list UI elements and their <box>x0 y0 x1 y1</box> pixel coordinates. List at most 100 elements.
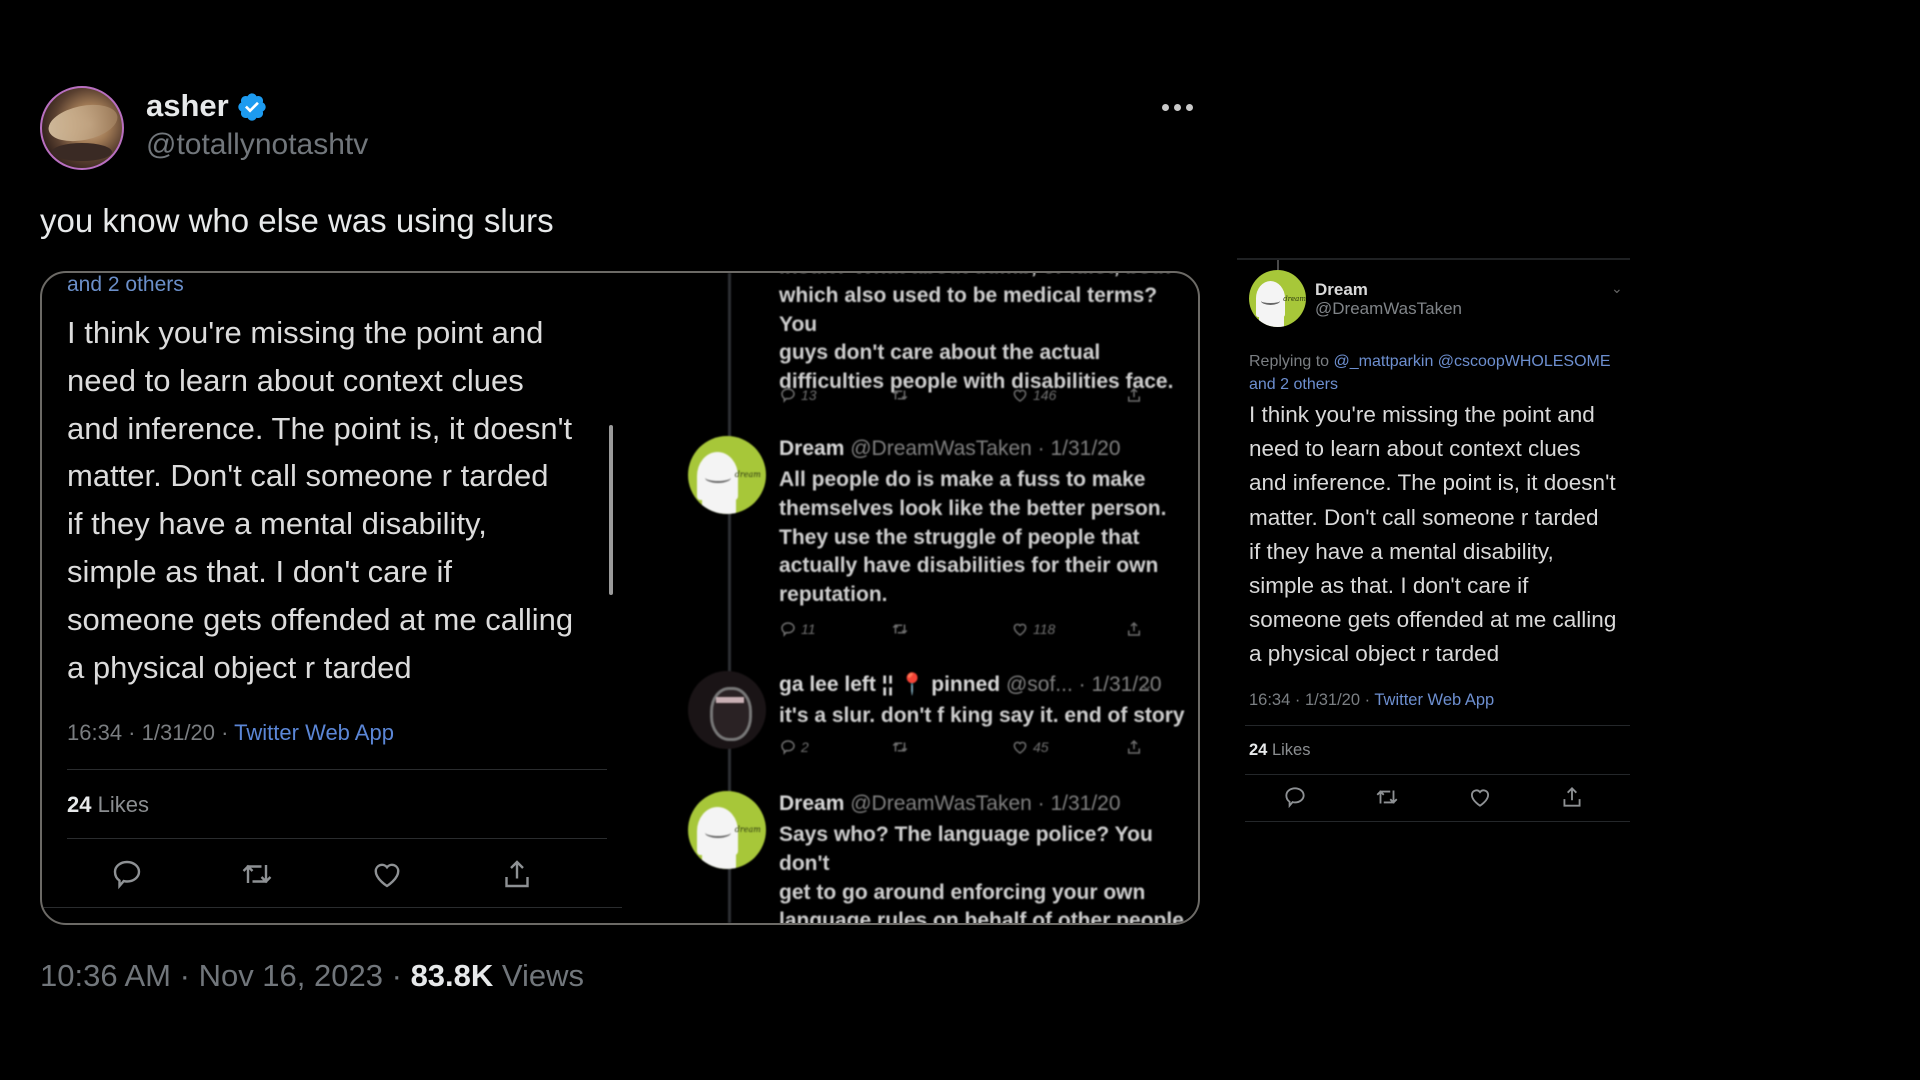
reply-author: Dream <box>779 437 845 460</box>
tweet-text: you know who else was using slurs <box>40 202 554 239</box>
views-label: Views <box>501 958 585 993</box>
reply-header: ga lee left ¦¦ 📍 pinned @sof... · 1/31/2… <box>779 673 1162 697</box>
reply-count-value: 11 <box>801 621 816 637</box>
retweet-icon <box>1374 784 1400 810</box>
replying-others-link: and 2 others <box>67 273 184 296</box>
thread-line <box>1277 260 1279 270</box>
dot <box>1162 103 1169 111</box>
reply-text: it's a slur. don't f king say it. end of… <box>779 704 1185 727</box>
screenshot-reply-thread: insult? What about dumb, or idiot, both … <box>622 273 1198 923</box>
reply-handle-date: @sof... · 1/31/20 <box>1005 673 1162 696</box>
divider <box>1245 774 1630 775</box>
dream-avatar: dream <box>688 436 766 514</box>
divider <box>67 838 607 839</box>
replying-to-handles: @_mattparkin @cscoopWHOLESOME <box>1333 353 1611 370</box>
like-count-value: 146 <box>1033 387 1057 403</box>
quoted-author-name: Dream <box>1315 280 1368 299</box>
chevron-down-icon: ⌄ <box>1140 677 1154 694</box>
tweet-media-image[interactable]: and 2 others I think you're missing the … <box>40 271 1200 925</box>
reply-text: Says who? The language police? You don't… <box>779 823 1190 925</box>
quoted-tweet-meta: 16:34 · 1/31/20 · Twitter Web App <box>1249 691 1494 710</box>
divider <box>42 907 622 908</box>
divider <box>1245 821 1630 822</box>
likes-label: Likes <box>1271 741 1311 759</box>
views-count: 83.8K <box>410 958 494 993</box>
divider <box>1237 258 1630 260</box>
screenshot-main-tweet: and 2 others I think you're missing the … <box>42 273 622 923</box>
share-icon <box>1125 738 1143 756</box>
divider <box>1245 725 1630 726</box>
reply-icon <box>1282 784 1308 810</box>
screenshot-scrollbar <box>609 425 613 595</box>
reply-text: All people do is make a fuss to make the… <box>779 468 1167 607</box>
reply-count: 11 <box>779 620 816 638</box>
screenshot-tweet-body: I think you're missing the point and nee… <box>67 315 574 685</box>
dream-avatar: dream <box>688 791 766 869</box>
verified-badge-icon <box>236 91 268 123</box>
retweet-icon <box>239 856 275 892</box>
like-count: 45 <box>1011 738 1049 756</box>
reply-count-value: 13 <box>801 387 817 403</box>
like-icon <box>1467 784 1493 810</box>
reply-actions: 11 118 <box>779 620 1159 646</box>
retweet-icon <box>891 738 909 756</box>
reply-text: insult? What about dumb, or idiot, both … <box>779 273 1197 394</box>
quoted-likes: 24 Likes <box>1249 741 1310 760</box>
author-display-name[interactable]: asher <box>146 88 229 124</box>
reply-author: Dream <box>779 792 845 815</box>
reply-count: 13 <box>779 386 817 404</box>
reply-author: ga lee left ¦¦ 📍 pinned <box>779 673 1001 696</box>
retweet-icon <box>891 386 909 404</box>
screenshot-time: 16:34 · 1/31/20 · <box>67 720 235 745</box>
reply-header: Dream @DreamWasTaken · 1/31/20 <box>779 792 1121 816</box>
share-icon <box>499 856 535 892</box>
screenshot-source: Twitter Web App <box>234 720 394 745</box>
replying-others: and 2 others <box>1249 376 1338 393</box>
separator: · <box>391 958 402 993</box>
tweet-meta: 10:36 AM · Nov 16, 2023 · 83.8K Views <box>40 958 584 994</box>
likes-label: Likes <box>97 792 149 817</box>
tweet-media-image-2[interactable]: dream Dream @DreamWasTaken ⌄ Replying to… <box>1237 258 1630 828</box>
dream-avatar: dream <box>1249 270 1306 327</box>
reply-actions: 13 146 <box>779 386 1159 412</box>
reply-handle-date: @DreamWasTaken · 1/31/20 <box>850 437 1121 460</box>
quoted-source: Twitter Web App <box>1374 691 1495 709</box>
chevron-down-icon: ⌄ <box>1197 439 1198 459</box>
share-icon <box>1125 620 1143 638</box>
replying-to: Replying to @_mattparkin @cscoopWHOLESOM… <box>1249 350 1639 396</box>
author-handle[interactable]: @totallynotashtv <box>146 128 368 162</box>
replying-prefix: Replying to <box>1249 353 1334 370</box>
like-count-value: 118 <box>1033 621 1056 637</box>
separator: · <box>179 958 190 993</box>
divider <box>67 769 607 770</box>
tweet-date[interactable]: Nov 16, 2023 <box>199 958 383 993</box>
dot <box>1174 103 1181 111</box>
share-icon <box>1125 386 1143 404</box>
quoted-action-bar <box>1237 784 1630 814</box>
like-icon <box>369 856 405 892</box>
chevron-down-icon: ⌄ <box>1611 280 1623 296</box>
author-avatar[interactable] <box>40 86 124 170</box>
reply-count-value: 2 <box>801 739 809 755</box>
reply-header: Dream @DreamWasTaken · 1/31/20 <box>779 437 1121 461</box>
reply-icon <box>109 856 145 892</box>
screenshot-likes: 24 Likes <box>67 792 149 818</box>
likes-count: 24 <box>1249 741 1268 759</box>
chevron-down-icon: ⌄ <box>1197 794 1198 814</box>
screenshot-action-bar <box>67 856 607 896</box>
reply-handle-date: @DreamWasTaken · 1/31/20 <box>850 792 1121 815</box>
screenshot-tweet-meta: 16:34 · 1/31/20 · Twitter Web App <box>67 720 394 746</box>
likes-count: 24 <box>67 792 92 817</box>
quoted-author-handle: @DreamWasTaken <box>1315 299 1462 318</box>
quoted-time: 16:34 · 1/31/20 · <box>1249 691 1375 709</box>
retweet-icon <box>891 620 909 638</box>
user-avatar <box>688 671 766 749</box>
like-count: 146 <box>1011 386 1056 404</box>
more-options-icon[interactable] <box>1162 92 1196 122</box>
like-count-value: 45 <box>1033 739 1049 755</box>
dot <box>1186 103 1193 111</box>
quoted-tweet-body: I think you're missing the point and nee… <box>1249 402 1617 667</box>
tweet-time[interactable]: 10:36 AM <box>40 958 171 993</box>
reply-count: 2 <box>779 738 809 756</box>
like-count: 118 <box>1011 620 1055 638</box>
